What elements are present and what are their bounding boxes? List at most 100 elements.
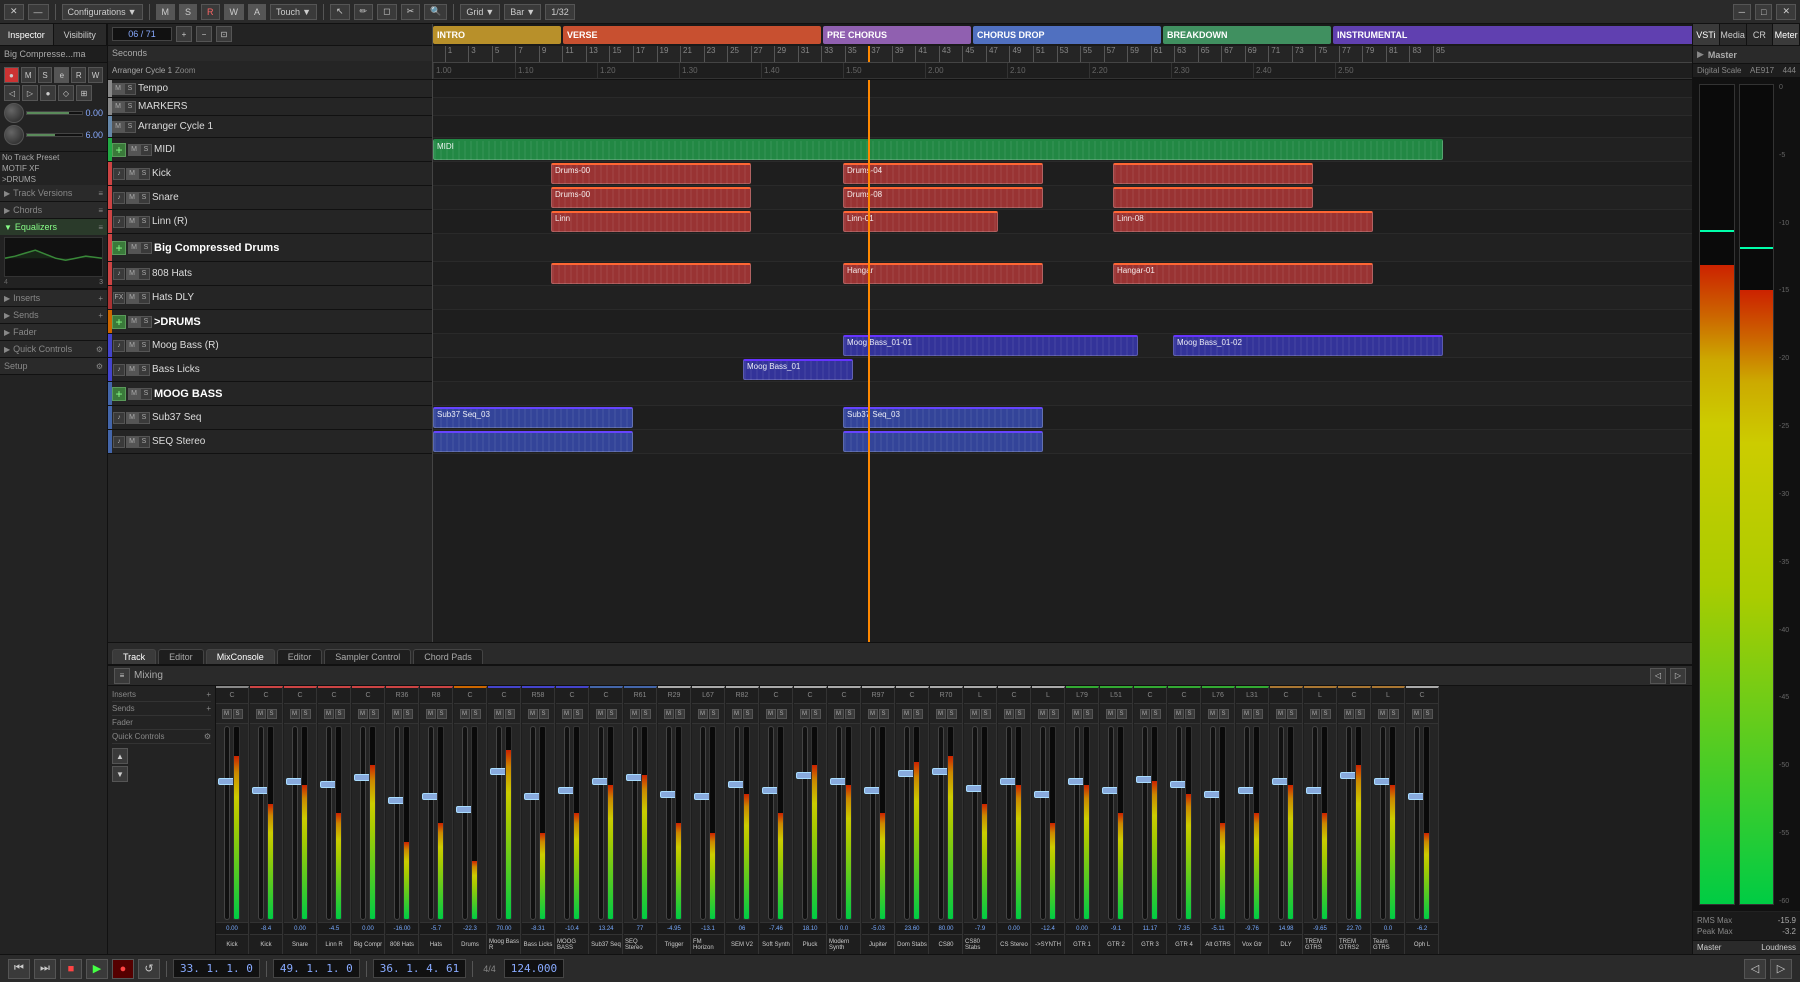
- setup-header[interactable]: Setup ⚙: [0, 358, 107, 374]
- ch-fader-track[interactable]: [428, 726, 434, 920]
- solo-btn[interactable]: S: [140, 316, 152, 328]
- tool-pointer[interactable]: ↖: [330, 4, 350, 20]
- arr-breakdown[interactable]: BREAKDOWN: [1163, 26, 1331, 44]
- clip[interactable]: Drums-04: [843, 163, 1043, 184]
- ch-solo-btn[interactable]: S: [1321, 709, 1331, 719]
- ch-routing-label[interactable]: C: [1270, 688, 1302, 704]
- ch-routing-label[interactable]: L: [964, 688, 996, 704]
- ch-solo-btn[interactable]: S: [1015, 709, 1025, 719]
- ch-fader-track[interactable]: [224, 726, 230, 920]
- nudge-left[interactable]: ◁: [1744, 959, 1766, 979]
- add-track-btn[interactable]: +: [112, 143, 126, 157]
- track-header-tempo[interactable]: MSTempo: [108, 80, 432, 98]
- ch-solo-btn[interactable]: S: [1253, 709, 1263, 719]
- ch-solo-btn[interactable]: S: [1219, 709, 1229, 719]
- ch-solo-btn[interactable]: S: [1355, 709, 1365, 719]
- mute-btn[interactable]: M: [126, 216, 138, 228]
- ch-fader-track[interactable]: [666, 726, 672, 920]
- ch-solo-btn[interactable]: S: [811, 709, 821, 719]
- ch-mute-btn[interactable]: M: [1344, 709, 1354, 719]
- solo-btn[interactable]: S: [138, 216, 150, 228]
- tool-pencil[interactable]: ✏: [354, 4, 374, 20]
- ch-fader-track[interactable]: [632, 726, 638, 920]
- arr-intro[interactable]: INTRO: [433, 26, 561, 44]
- track-type-icon[interactable]: FX: [113, 292, 125, 304]
- position-readout[interactable]: 33. 1. 1. 0: [173, 959, 260, 978]
- track-header-moog-bass[interactable]: +MSMOOG BASS: [108, 382, 432, 406]
- beat-readout[interactable]: 36. 1. 4. 61: [373, 959, 466, 978]
- ch-fader-track[interactable]: [496, 726, 502, 920]
- ch-mute-btn[interactable]: M: [256, 709, 266, 719]
- monitor-btn[interactable]: e: [54, 67, 69, 83]
- ch-mute-btn[interactable]: M: [290, 709, 300, 719]
- mute-btn[interactable]: M: [126, 292, 138, 304]
- ch-routing-label[interactable]: L: [1032, 688, 1064, 704]
- arr-instrumental[interactable]: INSTRUMENTAL: [1333, 26, 1692, 44]
- track-header-sub37-seq[interactable]: ♪MSSub37 Seq: [108, 406, 432, 430]
- add-track-btn[interactable]: +: [112, 315, 126, 329]
- solo-btn[interactable]: S: [124, 121, 136, 133]
- track-type-icon[interactable]: ♪: [113, 436, 125, 448]
- ch-mute-btn[interactable]: M: [732, 709, 742, 719]
- mute-btn[interactable]: M: [126, 192, 138, 204]
- ch-mute-btn[interactable]: M: [766, 709, 776, 719]
- solo-btn[interactable]: S: [140, 388, 152, 400]
- ch-solo-btn[interactable]: S: [1117, 709, 1127, 719]
- ch-fader-track[interactable]: [598, 726, 604, 920]
- ch-fader-track[interactable]: [700, 726, 706, 920]
- ch-fader-track[interactable]: [1176, 726, 1182, 920]
- tab-mixconsole[interactable]: MixConsole: [206, 649, 275, 664]
- ins-btn-5[interactable]: ⊞: [76, 85, 92, 101]
- ch-fader-track[interactable]: [802, 726, 808, 920]
- inserts-header[interactable]: ▶ Inserts +: [0, 290, 107, 306]
- ch-solo-btn[interactable]: S: [777, 709, 787, 719]
- tool-split[interactable]: ✂: [401, 4, 421, 20]
- track-header->drums[interactable]: +MS>DRUMS: [108, 310, 432, 334]
- ch-mute-btn[interactable]: M: [800, 709, 810, 719]
- rewind-btn[interactable]: ⏮: [8, 959, 30, 979]
- window-close[interactable]: ✕: [1776, 4, 1796, 20]
- mode-a[interactable]: A: [248, 4, 266, 20]
- mute-btn[interactable]: M: [112, 83, 124, 95]
- ch-solo-btn[interactable]: S: [1083, 709, 1093, 719]
- ch-mute-btn[interactable]: M: [902, 709, 912, 719]
- tab-media[interactable]: Media: [1720, 24, 1747, 45]
- ch-solo-btn[interactable]: S: [743, 709, 753, 719]
- ch-solo-btn[interactable]: S: [505, 709, 515, 719]
- ch-routing-label[interactable]: L31: [1236, 688, 1268, 704]
- ins-btn-4[interactable]: ◇: [58, 85, 74, 101]
- ch-routing-label[interactable]: C: [216, 688, 248, 704]
- track-lanes[interactable]: MIDIDrums-00Drums-04Drums-00Drums-08Linn…: [433, 80, 1692, 642]
- ch-fader-track[interactable]: [1346, 726, 1352, 920]
- clip[interactable]: Drums-08: [843, 187, 1043, 208]
- mute-btn[interactable]: M: [126, 268, 138, 280]
- ch-routing-label[interactable]: R82: [726, 688, 758, 704]
- end-readout[interactable]: 49. 1. 1. 0: [273, 959, 360, 978]
- solo-btn[interactable]: S: [138, 192, 150, 204]
- solo-btn[interactable]: S: [138, 364, 150, 376]
- ch-routing-label[interactable]: C: [1168, 688, 1200, 704]
- close-btn[interactable]: ✕: [4, 4, 24, 20]
- ch-fader-track[interactable]: [870, 726, 876, 920]
- read-btn[interactable]: R: [71, 67, 86, 83]
- mute-btn[interactable]: M: [126, 436, 138, 448]
- mute-btn[interactable]: M: [128, 242, 140, 254]
- ch-routing-label[interactable]: R58: [522, 688, 554, 704]
- ch-mute-btn[interactable]: M: [630, 709, 640, 719]
- clip[interactable]: MIDI: [433, 139, 1443, 160]
- arr-verse[interactable]: VERSE: [563, 26, 821, 44]
- ch-solo-btn[interactable]: S: [641, 709, 651, 719]
- ch-mute-btn[interactable]: M: [1106, 709, 1116, 719]
- qc-toggle[interactable]: ⚙: [204, 732, 211, 741]
- track-header-seq-stereo[interactable]: ♪MSSEQ Stereo: [108, 430, 432, 454]
- ch-solo-btn[interactable]: S: [267, 709, 277, 719]
- ch-routing-label[interactable]: C: [1406, 688, 1438, 704]
- window-max[interactable]: □: [1755, 4, 1772, 20]
- clip[interactable]: Moog Bass_01: [743, 359, 853, 380]
- ch-solo-btn[interactable]: S: [879, 709, 889, 719]
- track-header-hats-dly[interactable]: FXMSHats DLY: [108, 286, 432, 310]
- track-header-big-compressed-drums[interactable]: +MSBig Compressed Drums: [108, 234, 432, 262]
- mute-btn[interactable]: M: [128, 144, 140, 156]
- track-header-moog-bass-(r)[interactable]: ♪MSMoog Bass (R): [108, 334, 432, 358]
- ch-mute-btn[interactable]: M: [562, 709, 572, 719]
